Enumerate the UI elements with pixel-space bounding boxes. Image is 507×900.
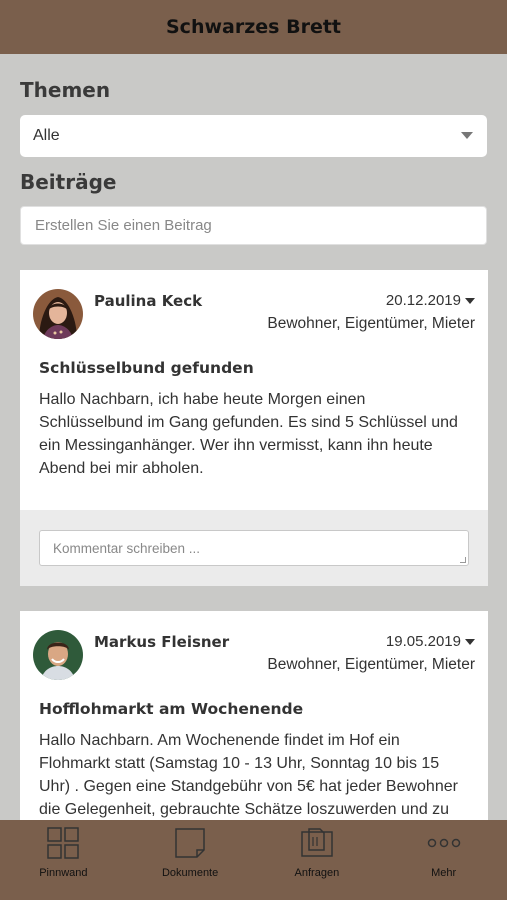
page-title: Schwarzes Brett	[166, 16, 341, 38]
resize-handle-icon[interactable]	[460, 557, 466, 563]
comment-placeholder: Kommentar schreiben ...	[53, 540, 201, 556]
post-audience: Bewohner, Eigentümer, Mieter	[267, 656, 475, 673]
caret-down-icon	[465, 298, 475, 304]
tab-pinnwand[interactable]: Pinnwand	[0, 820, 127, 900]
main-content[interactable]: Themen Alle Beiträge Erstellen Sie einen…	[0, 54, 507, 820]
post-author: Markus Fleisner	[94, 633, 230, 651]
avatar[interactable]	[33, 289, 83, 339]
caret-down-icon	[465, 639, 475, 645]
tab-anfragen[interactable]: Anfragen	[254, 820, 381, 900]
post-body: Hallo Nachbarn. Am Wochenende findet im …	[39, 732, 458, 818]
tab-label: Pinnwand	[39, 867, 88, 879]
comment-input[interactable]: Kommentar schreiben ...	[39, 530, 469, 566]
chevron-down-icon	[461, 132, 473, 139]
topics-label: Themen	[20, 78, 111, 102]
tab-mehr[interactable]: Mehr	[380, 820, 507, 900]
post-author: Paulina Keck	[94, 292, 203, 310]
tab-label: Anfragen	[294, 867, 340, 879]
post-body: Hallo Nachbarn, ich habe heute Morgen ei…	[39, 391, 458, 477]
post-date: 20.12.2019	[385, 292, 461, 309]
post-date-dropdown[interactable]: 19.05.2019	[386, 633, 475, 650]
inbox-icon	[300, 826, 334, 865]
post-date-dropdown[interactable]: 20.12.2019	[386, 292, 475, 309]
create-post-input[interactable]: Erstellen Sie einen Beitrag	[20, 206, 487, 245]
post-card: Markus Fleisner 19.05.2019 Bewohner, Eig…	[20, 611, 488, 820]
post-card: Paulina Keck 20.12.2019 Bewohner, Eigent…	[20, 270, 488, 586]
posts-label: Beiträge	[20, 170, 117, 194]
document-icon	[173, 826, 207, 865]
comment-section: Kommentar schreiben ...	[20, 510, 488, 586]
tab-dokumente[interactable]: Dokumente	[127, 820, 254, 900]
topics-select[interactable]: Alle	[20, 115, 487, 157]
tab-label: Dokumente	[161, 867, 219, 879]
tab-label: Mehr	[431, 867, 457, 879]
post-title: Schlüsselbund gefunden	[39, 359, 254, 377]
app-header: Schwarzes Brett	[0, 0, 507, 54]
more-icon	[427, 826, 461, 865]
grid-icon	[46, 826, 80, 865]
create-post-placeholder: Erstellen Sie einen Beitrag	[35, 217, 212, 234]
avatar[interactable]	[33, 630, 83, 680]
post-audience: Bewohner, Eigentümer, Mieter	[267, 315, 475, 332]
tab-bar: Pinnwand Dokumente Anfragen Mehr	[0, 820, 507, 900]
topics-select-value: Alle	[33, 127, 60, 144]
post-title: Hofflohmarkt am Wochenende	[39, 700, 304, 718]
post-date: 19.05.2019	[385, 633, 461, 650]
